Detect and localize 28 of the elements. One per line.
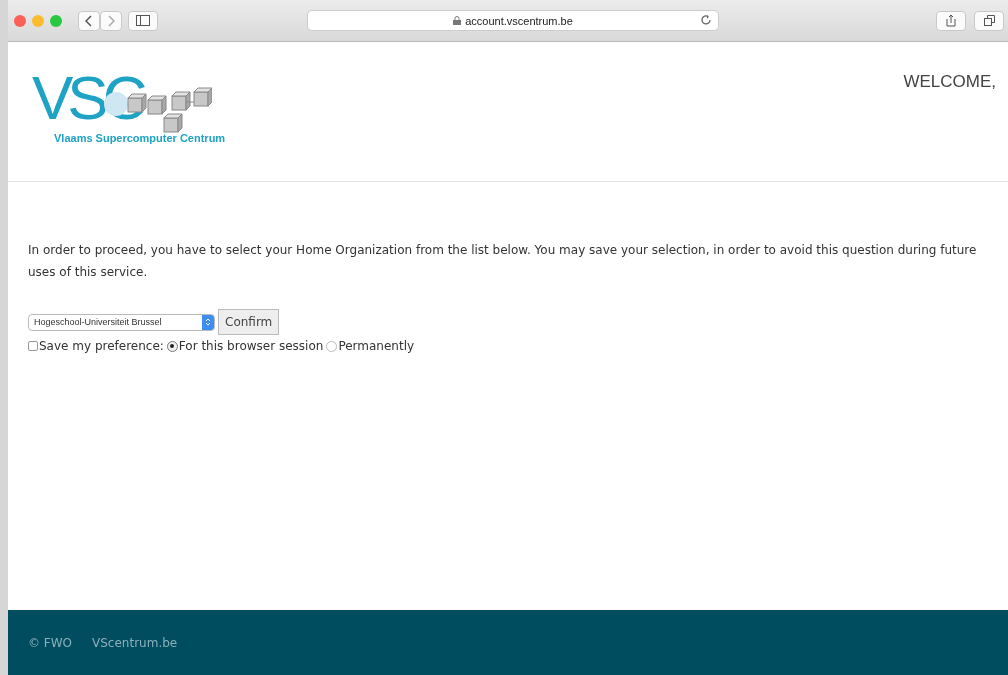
address-field[interactable]: account.vscentrum.be [307, 10, 719, 31]
footer-link[interactable]: VScentrum.be [92, 635, 178, 650]
welcome-text: WELCOME, [903, 72, 996, 93]
reload-icon[interactable] [700, 14, 712, 26]
lock-icon [453, 16, 462, 25]
sidebar-icon [136, 15, 150, 26]
chevron-right-icon [107, 14, 115, 27]
forward-button[interactable] [100, 10, 122, 31]
save-checkbox[interactable] [28, 341, 38, 351]
radio-button[interactable] [166, 340, 178, 352]
organization-select[interactable]: Hogeschool-Universiteit Brussel [28, 313, 215, 331]
tabs-button[interactable] [974, 10, 1004, 31]
tabs-icon [983, 15, 995, 26]
back-button[interactable] [78, 10, 100, 31]
chevron-left-icon [85, 14, 93, 27]
window-control-icon[interactable] [14, 14, 26, 27]
share-button[interactable] [936, 10, 966, 31]
intro-text: In order to proceed, you have to select your Home Organization from the list below. You may save your selection, in order to avoid this question during future uses of this service. [28, 242, 978, 281]
radio-label: Permanently [338, 339, 415, 353]
share-icon [946, 14, 956, 27]
window-control-icon[interactable] [50, 14, 62, 27]
checkbox-label: Save my preference: [39, 339, 164, 353]
logo-caption: Vlaams Supercomputer Centrum [54, 132, 227, 144]
sidebar-button[interactable] [128, 10, 158, 31]
radio-label: For this browser session [178, 339, 324, 353]
footer-link[interactable]: © FWO [28, 635, 73, 650]
confirm-button[interactable]: Confirm [218, 309, 280, 335]
updown-arrows-icon [205, 317, 211, 327]
